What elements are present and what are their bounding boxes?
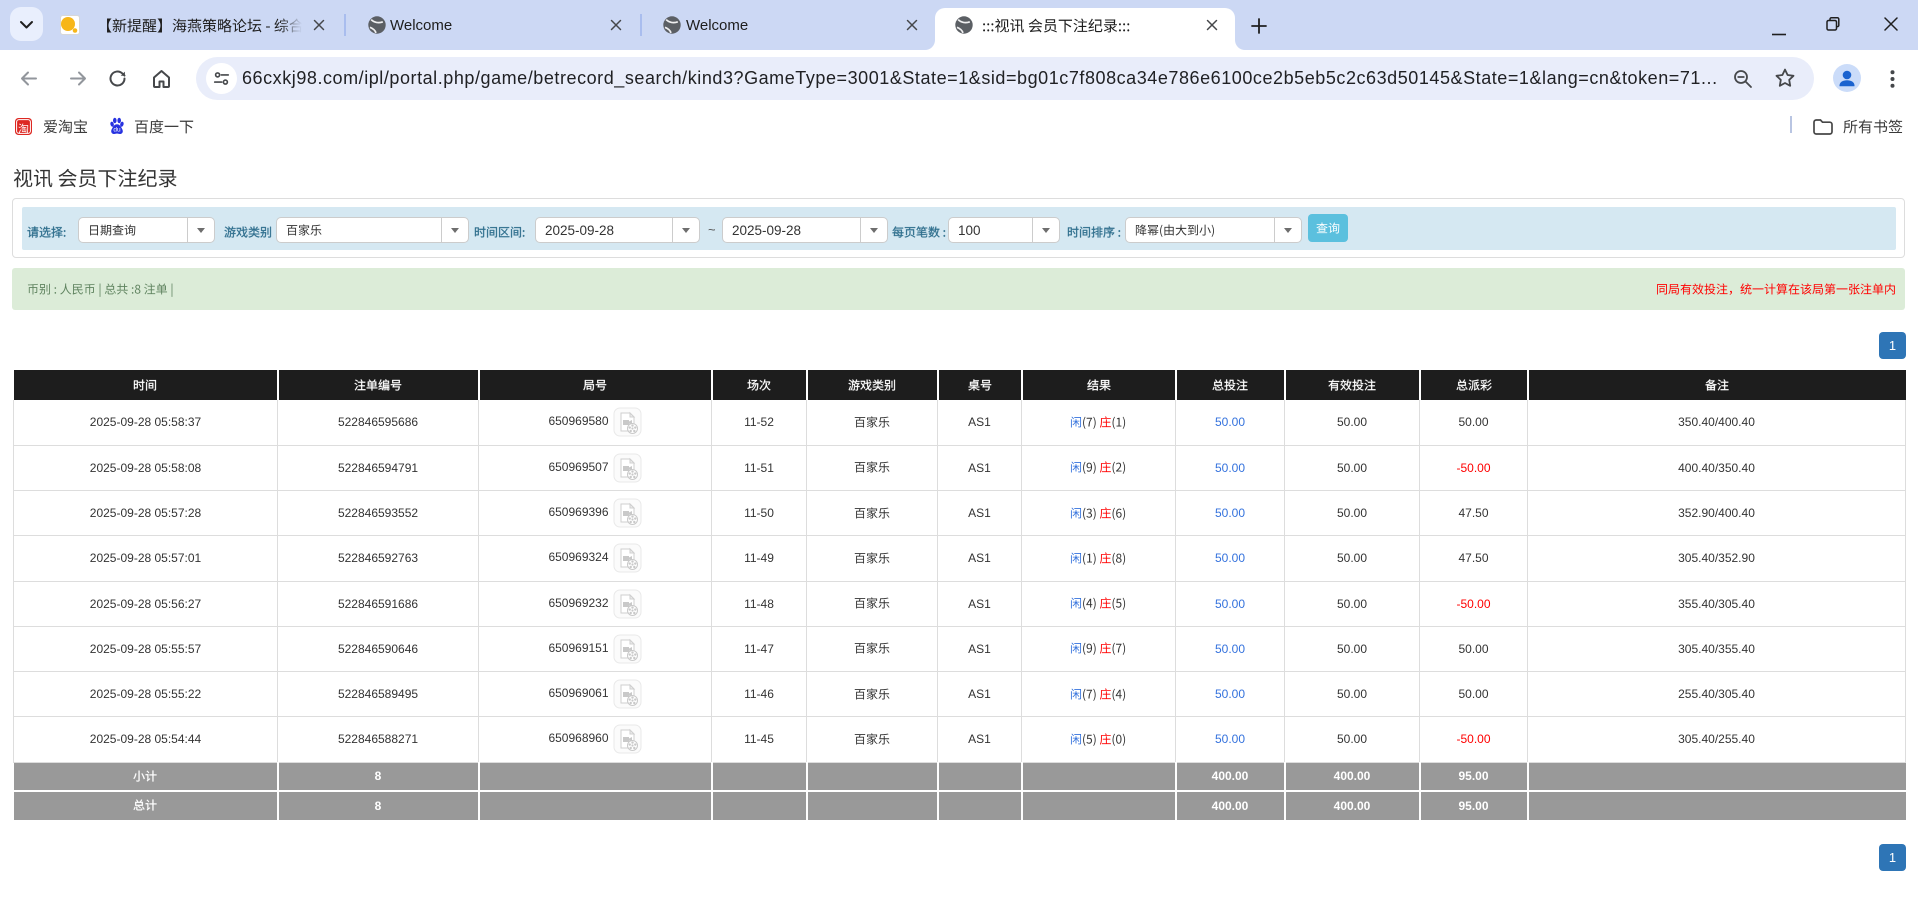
svg-text:du: du xyxy=(113,127,121,134)
